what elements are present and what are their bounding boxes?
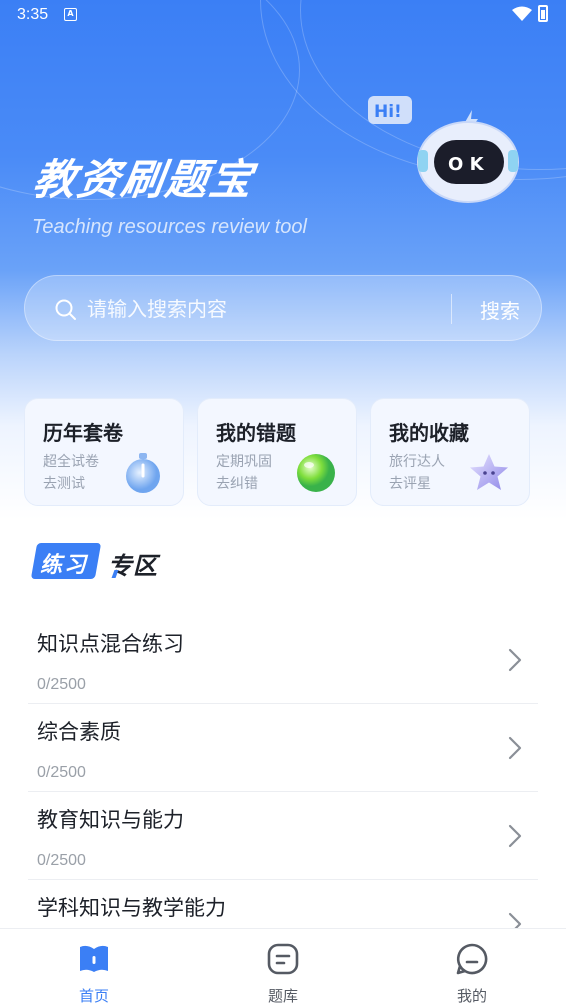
- status-bar: 3:35 A: [0, 0, 566, 30]
- card-subtitle: 超全试卷: [43, 454, 99, 470]
- search-divider: [451, 294, 452, 324]
- card-favorites[interactable]: 我的收藏 旅行达人 去评星: [370, 398, 530, 506]
- bottom-nav: 首页 题库 我的: [0, 928, 566, 1008]
- item-title: 知识点混合练习: [37, 632, 184, 656]
- item-progress: 0/2500: [37, 764, 86, 781]
- battery-icon: [538, 5, 548, 22]
- book-icon: [80, 945, 108, 972]
- item-progress: 0/2500: [37, 852, 86, 869]
- card-title: 我的错题: [216, 421, 296, 445]
- app-title: 教资刷题宝: [30, 155, 258, 204]
- nav-label: 首页: [78, 987, 109, 1005]
- card-subtitle: 旅行达人: [389, 454, 445, 470]
- mascot-bubble-text: Hi!: [374, 102, 402, 122]
- notification-icon: A: [64, 8, 77, 21]
- list-item[interactable]: 知识点混合练习 0/2500: [28, 616, 538, 704]
- item-title: 教育知识与能力: [37, 808, 184, 832]
- card-action-text: 去纠错: [216, 476, 258, 492]
- robot-mascot-icon: Hi! O K: [368, 96, 519, 203]
- search-button[interactable]: 搜索: [465, 292, 535, 326]
- card-title: 我的收藏: [389, 421, 469, 445]
- chevron-right-icon: [508, 648, 522, 672]
- status-time: 3:35: [17, 6, 49, 23]
- nav-label: 我的: [456, 987, 487, 1005]
- search-bar: 搜索: [24, 275, 542, 341]
- item-title: 综合素质: [37, 720, 121, 744]
- search-icon: [55, 299, 76, 320]
- chevron-right-icon: [508, 736, 522, 760]
- green-ball-icon: [297, 454, 335, 492]
- list-item[interactable]: 综合素质 0/2500: [28, 704, 538, 792]
- nav-question-bank[interactable]: 题库: [223, 929, 343, 1008]
- mascot-face-text: O K: [448, 154, 485, 175]
- app-subtitle: Teaching resources review tool: [32, 216, 307, 238]
- section-tag: 练习: [40, 553, 89, 578]
- profile-chat-icon: [456, 943, 488, 975]
- item-title: 学科知识与教学能力: [37, 896, 226, 920]
- card-past-papers[interactable]: 历年套卷 超全试卷 去测试: [24, 398, 184, 506]
- nav-mine[interactable]: 我的: [412, 929, 532, 1008]
- list-item[interactable]: 教育知识与能力 0/2500: [28, 792, 538, 880]
- item-progress: 0/2500: [37, 676, 86, 693]
- card-wrong-questions[interactable]: 我的错题 定期巩固 去纠错: [197, 398, 357, 506]
- question-bank-icon: [267, 943, 299, 975]
- card-subtitle: 定期巩固: [216, 454, 272, 470]
- nav-label: 题库: [267, 987, 298, 1005]
- chevron-right-icon: [508, 824, 522, 848]
- stopwatch-icon: [126, 453, 160, 493]
- card-action-text: 去测试: [43, 476, 85, 492]
- search-input[interactable]: [87, 294, 447, 324]
- card-title: 历年套卷: [43, 421, 123, 445]
- star-icon: [470, 454, 508, 490]
- card-action-text: 去评星: [389, 476, 431, 492]
- nav-home[interactable]: 首页: [34, 929, 154, 1008]
- wifi-icon: [512, 6, 532, 21]
